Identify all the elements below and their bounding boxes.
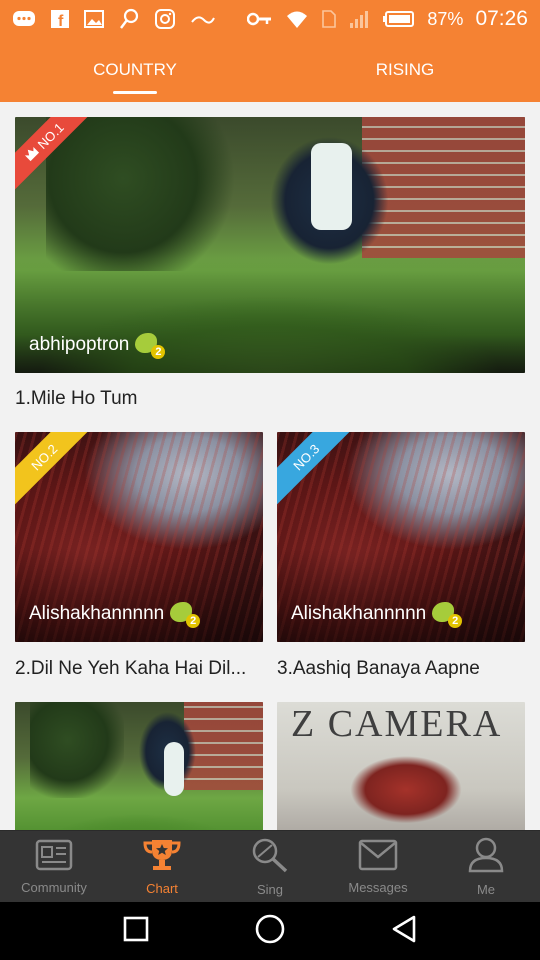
tab-country[interactable]: COUNTRY (0, 38, 270, 102)
nav-me[interactable]: Me (432, 831, 540, 902)
cover-image-detail (331, 756, 481, 830)
back-button[interactable] (390, 914, 418, 949)
song-title-2[interactable]: 2.Dil Ne Yeh Kaha Hai Dil... (15, 658, 263, 680)
level-badge: 2 (135, 333, 166, 359)
chart-list: NO.1 abhipoptron 2 1.Mile Ho Tum NO.2 Al… (0, 102, 540, 830)
level-badge: 2 (170, 602, 201, 628)
song-cover-2[interactable]: NO.2 Alishakhannnnn 2 (15, 432, 263, 642)
top-tabs: COUNTRY RISING (0, 38, 540, 102)
battery-percent: 87% (427, 8, 464, 29)
song-cover-4[interactable] (15, 702, 263, 830)
battery-icon (383, 10, 415, 28)
notification-icons: f (12, 8, 216, 30)
singer-name[interactable]: Alishakhannnnn 2 (291, 602, 463, 628)
nav-label: Sing (256, 881, 284, 897)
song-cover-5[interactable]: Z CAMERA (277, 702, 525, 830)
nav-sing[interactable]: Sing (216, 831, 324, 902)
system-status: 87% 07:26 (247, 7, 528, 31)
cover-image-detail (45, 117, 240, 271)
status-bar: f 87% 07:26 (0, 0, 540, 38)
chat-icon (12, 9, 36, 29)
active-tab-indicator (113, 91, 157, 94)
svg-text:f: f (58, 13, 64, 29)
tab-rising[interactable]: RISING (270, 38, 540, 102)
sing-logo-icon (190, 12, 216, 26)
nav-community[interactable]: Community (0, 831, 108, 902)
song-title-3[interactable]: 3.Aashiq Banaya Aapne (277, 658, 525, 680)
cover-image-detail (163, 742, 184, 797)
crown-icon (22, 144, 43, 165)
wifi-icon (285, 9, 309, 29)
nav-label: Chart (146, 880, 178, 896)
singer-name[interactable]: Alishakhannnnn 2 (29, 602, 201, 628)
nav-messages[interactable]: Messages (324, 831, 432, 902)
sing-icon (250, 837, 290, 876)
cover-overlay-text: Z CAMERA (291, 703, 503, 745)
person-icon (467, 837, 505, 876)
song-cover-1[interactable]: NO.1 abhipoptron 2 (15, 117, 525, 373)
envelope-icon (358, 839, 398, 874)
recent-apps-button[interactable] (122, 915, 150, 948)
system-nav-bar (0, 902, 540, 960)
bottom-nav: Community Chart Sing Messages Me (0, 830, 540, 902)
singer-name[interactable]: abhipoptron 2 (29, 333, 166, 359)
signal-icon (349, 9, 371, 29)
key-icon (247, 12, 273, 26)
song-cover-3[interactable]: NO.3 Alishakhannnnn 2 (277, 432, 525, 642)
sim-icon (321, 9, 337, 29)
search-app-icon (118, 8, 140, 30)
cover-image-detail (310, 142, 352, 230)
cover-shade (15, 547, 263, 642)
nav-label: Community (21, 879, 87, 895)
level-number: 2 (151, 345, 166, 359)
cover-image-detail (114, 711, 204, 811)
nav-label: Me (476, 881, 496, 897)
singer-username: abhipoptron (29, 334, 130, 355)
level-badge: 2 (432, 602, 463, 628)
level-number: 2 (448, 614, 463, 628)
nav-chart[interactable]: Chart (108, 831, 216, 902)
level-number: 2 (186, 614, 201, 628)
cover-shade (277, 547, 525, 642)
tab-label: RISING (375, 60, 435, 79)
home-button[interactable] (254, 913, 286, 950)
cover-image-detail (29, 702, 125, 798)
instagram-icon (154, 8, 176, 30)
community-icon (35, 839, 73, 874)
gallery-icon (84, 10, 104, 28)
tab-label: COUNTRY (93, 60, 177, 79)
clock: 07:26 (475, 7, 528, 30)
facebook-icon: f (50, 9, 70, 29)
singer-username: Alishakhannnnn (29, 603, 165, 624)
singer-username: Alishakhannnnn (291, 603, 427, 624)
song-title-1[interactable]: 1.Mile Ho Tum (15, 388, 525, 410)
nav-label: Messages (348, 879, 408, 895)
trophy-icon (142, 838, 182, 875)
